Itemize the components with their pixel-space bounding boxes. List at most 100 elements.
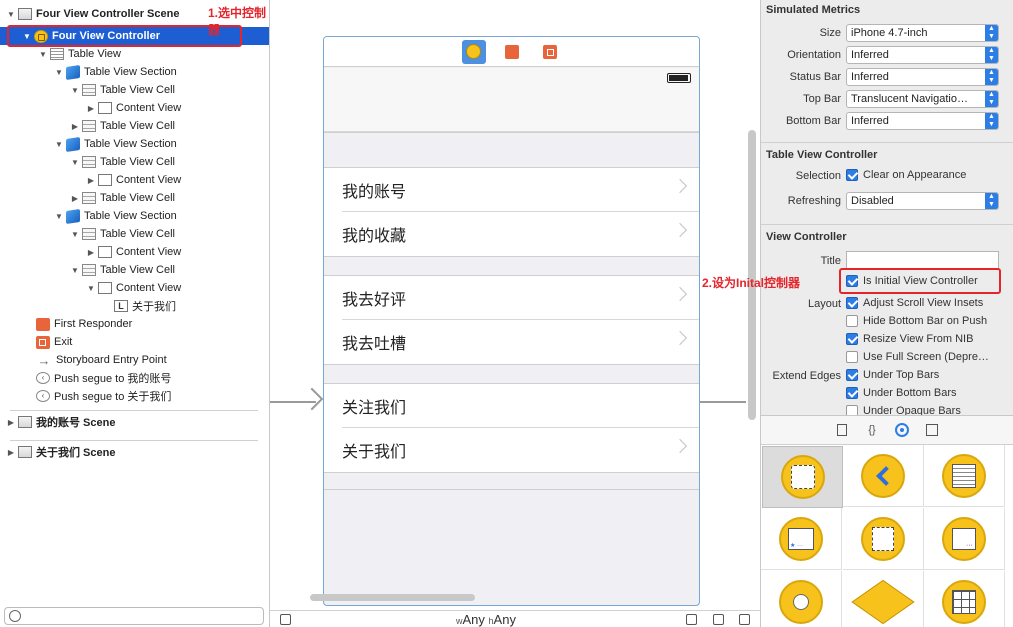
orientation-popup[interactable]: Inferred ▲ ▼ (846, 46, 999, 64)
title-text-field[interactable] (846, 251, 999, 269)
dock-view-controller-button[interactable] (461, 39, 486, 64)
outline-row-segue[interactable]: ‹ Push segue to 我的账号 (0, 369, 269, 387)
checkbox-label: Clear on Appearance (863, 169, 967, 181)
outline-row-cell[interactable]: ▶ Table View Cell (0, 189, 269, 207)
disclosure-open-icon[interactable]: ▼ (70, 230, 80, 239)
library-item-table-view-controller[interactable] (924, 445, 1005, 507)
resolve-icon[interactable] (739, 614, 750, 625)
disclosure-open-icon[interactable]: ▼ (54, 140, 64, 149)
status-bar-popup[interactable]: Inferred ▲ ▼ (846, 68, 999, 86)
table-cell[interactable]: 关注我们 (324, 384, 699, 428)
library-item-collection-view-controller[interactable] (924, 571, 1005, 627)
library-item-object[interactable] (843, 571, 924, 627)
table-cell[interactable]: 关于我们 (324, 428, 699, 472)
outline-toggle-icon[interactable] (280, 614, 291, 625)
under-opaque-bars-checkbox[interactable]: Under Opaque Bars (846, 405, 961, 415)
popup-value: iPhone 4.7-inch (851, 27, 928, 39)
outline-row-section[interactable]: ▼ Table View Section (0, 207, 269, 225)
outline-row-label-item[interactable]: L 关于我们 (0, 297, 269, 315)
horizontal-scrollbar[interactable] (310, 594, 475, 601)
size-class-control[interactable]: wAny hAny (456, 612, 516, 627)
chevron-right-icon (672, 286, 688, 302)
use-full-screen-checkbox[interactable]: Use Full Screen (Depre… (846, 351, 989, 363)
outline-row-scene[interactable]: ▶ 关于我们 Scene (0, 443, 269, 461)
adjust-scroll-insets-checkbox[interactable]: Adjust Scroll View Insets (846, 297, 983, 309)
outline-row-label: Table View Cell (100, 192, 176, 204)
outline-row-cell[interactable]: ▼ Table View Cell (0, 81, 269, 99)
outline-row-segue[interactable]: ‹ Push segue to 关于我们 (0, 387, 269, 405)
outline-row-label: First Responder (54, 318, 133, 330)
view-controller-frame[interactable]: 我的账号 我的收藏 我去好评 我去吐槽 关注我们 关于我们 (323, 36, 700, 606)
outline-row-cell[interactable]: ▼ Table View Cell (0, 261, 269, 279)
disclosure-open-icon[interactable]: ▼ (70, 158, 80, 167)
top-bar-popup[interactable]: Translucent Navigatio… ▲ ▼ (846, 90, 999, 108)
outline-row-cell[interactable]: ▶ Table View Cell (0, 117, 269, 135)
outline-row-cell[interactable]: ▼ Table View Cell (0, 153, 269, 171)
outline-row-label: Table View Cell (100, 228, 176, 240)
disclosure-closed-icon[interactable]: ▶ (6, 448, 16, 457)
outline-row-first-responder[interactable]: First Responder (0, 315, 269, 333)
disclosure-closed-icon[interactable]: ▶ (6, 418, 16, 427)
table-cell[interactable]: 我的账号 (324, 168, 699, 212)
media-icon (926, 424, 938, 436)
file-template-tab[interactable] (835, 423, 849, 437)
library-item-view-controller[interactable] (762, 446, 843, 508)
outline-row-content-view[interactable]: ▶ Content View (0, 171, 269, 189)
field-label: Orientation (787, 49, 841, 61)
library-item-tab-bar-controller[interactable] (761, 508, 842, 570)
library-item-navigation-controller[interactable] (843, 445, 924, 507)
disclosure-open-icon[interactable]: ▼ (86, 284, 96, 293)
outline-row-section[interactable]: ▼ Table View Section (0, 135, 269, 153)
storyboard-canvas[interactable]: 我的账号 我的收藏 我去好评 我去吐槽 关注我们 关于我们 wAny hAny (270, 0, 760, 627)
disclosure-open-icon[interactable]: ▼ (6, 10, 16, 19)
disclosure-closed-icon[interactable]: ▶ (86, 104, 96, 113)
outline-row-label: Content View (116, 102, 182, 114)
pin-icon[interactable] (713, 614, 724, 625)
table-cell[interactable]: 我去好评 (324, 276, 699, 320)
disclosure-closed-icon[interactable]: ▶ (70, 194, 80, 203)
disclosure-open-icon[interactable]: ▼ (54, 212, 64, 221)
outline-row-section[interactable]: ▼ Table View Section (0, 63, 269, 81)
outline-filter-input[interactable] (4, 607, 264, 625)
segue-connection-line[interactable] (700, 401, 746, 403)
view-icon (98, 246, 112, 258)
media-library-tab[interactable] (925, 423, 939, 437)
table-cell[interactable]: 我去吐槽 (324, 320, 699, 364)
outline-row-label: 我的账号 Scene (36, 417, 116, 429)
library-item-av-player-controller[interactable] (761, 571, 842, 627)
outline-row-content-view[interactable]: ▼ Content View (0, 279, 269, 297)
library-item-page-view-controller[interactable] (843, 508, 924, 570)
table-cell[interactable]: 我的收藏 (324, 212, 699, 256)
under-bottom-bars-checkbox[interactable]: Under Bottom Bars (846, 387, 957, 399)
outline-row-table-view[interactable]: ▼ Table View (0, 45, 269, 63)
library-item-glkit-view-controller[interactable] (924, 508, 1005, 570)
under-top-bars-checkbox[interactable]: Under Top Bars (846, 369, 939, 381)
size-popup[interactable]: iPhone 4.7-inch ▲ ▼ (846, 24, 999, 42)
chevron-right-icon (672, 222, 688, 238)
code-snippet-tab[interactable]: {} (865, 423, 879, 437)
disclosure-closed-icon[interactable]: ▶ (86, 248, 96, 257)
object-library-tab[interactable] (895, 423, 909, 437)
checkbox-checked-icon (846, 297, 858, 309)
disclosure-closed-icon[interactable]: ▶ (86, 176, 96, 185)
disclosure-open-icon[interactable]: ▼ (54, 68, 64, 77)
resize-from-nib-checkbox[interactable]: Resize View From NIB (846, 333, 973, 345)
outline-row-content-view[interactable]: ▶ Content View (0, 243, 269, 261)
disclosure-open-icon[interactable]: ▼ (70, 266, 80, 275)
outline-row-scene[interactable]: ▶ 我的账号 Scene (0, 413, 269, 431)
refreshing-popup[interactable]: Disabled ▲ ▼ (846, 192, 999, 210)
outline-row-exit[interactable]: Exit (0, 333, 269, 351)
hide-bottom-bar-checkbox[interactable]: Hide Bottom Bar on Push (846, 315, 987, 327)
outline-row-entry-point[interactable]: → Storyboard Entry Point (0, 351, 269, 369)
dock-first-responder-button[interactable] (500, 40, 524, 64)
outline-row-cell[interactable]: ▼ Table View Cell (0, 225, 269, 243)
align-icon[interactable] (686, 614, 697, 625)
checkbox-unchecked-icon (846, 315, 858, 327)
outline-row-content-view[interactable]: ▶ Content View (0, 99, 269, 117)
dock-exit-button[interactable] (538, 40, 562, 64)
bottom-bar-popup[interactable]: Inferred ▲ ▼ (846, 112, 999, 130)
clear-on-appearance-checkbox[interactable]: Clear on Appearance (846, 169, 966, 181)
disclosure-closed-icon[interactable]: ▶ (70, 122, 80, 131)
disclosure-open-icon[interactable]: ▼ (70, 86, 80, 95)
disclosure-open-icon[interactable]: ▼ (38, 50, 48, 59)
